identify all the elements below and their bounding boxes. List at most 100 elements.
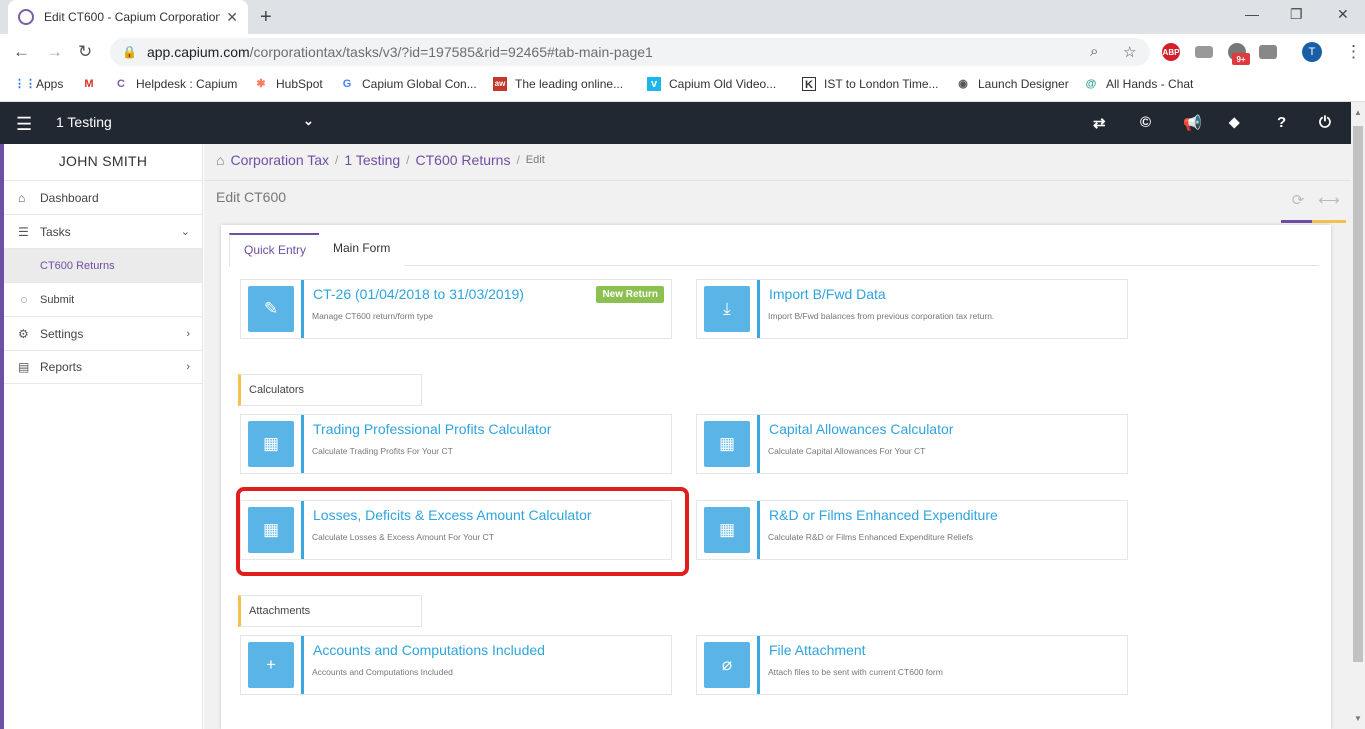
edit-icon: ✎ bbox=[248, 286, 294, 332]
address-bar[interactable]: 🔒 app.capium.com/corporationtax/tasks/v3… bbox=[110, 38, 1150, 66]
bookmark-gmail[interactable]: M bbox=[82, 77, 104, 91]
card-subtitle: Accounts and Computations Included bbox=[312, 667, 453, 677]
app-topbar: ☰ 1 Testing ⌄ ⇄ © 📢 ⬥ ? ⏻ bbox=[0, 102, 1351, 144]
download-icon: ⤓ bbox=[704, 286, 750, 332]
bookmark-ist-london[interactable]: K IST to London Time... bbox=[802, 77, 939, 91]
tab-quick-entry[interactable]: Quick Entry bbox=[229, 233, 322, 267]
card-file-attachment[interactable]: ⌀ File Attachment Attach files to be sen… bbox=[696, 635, 1128, 695]
card-ct26-return[interactable]: ✎ CT-26 (01/04/2018 to 31/03/2019) Manag… bbox=[240, 279, 672, 339]
bookmark-apps[interactable]: ⋮⋮ Apps bbox=[14, 77, 63, 91]
sidebar-item-settings[interactable]: ⚙ Settings › bbox=[4, 316, 202, 350]
power-icon[interactable]: ⏻ bbox=[1319, 114, 1331, 131]
tag-icon[interactable]: ⬥ bbox=[1229, 114, 1240, 131]
bookmarks-bar: ⋮⋮ Apps M C Helpdesk : Capium ✱ HubSpot G Ca… bbox=[0, 70, 1365, 102]
capium-logo-icon[interactable]: © bbox=[1140, 114, 1151, 131]
bullet-icon bbox=[21, 296, 27, 303]
site-icon: aw bbox=[493, 77, 507, 91]
bookmark-star-icon[interactable]: ☆ bbox=[1123, 43, 1136, 61]
bookmark-helpdesk[interactable]: C Helpdesk : Capium bbox=[114, 77, 237, 91]
calculator-icon: ▦ bbox=[704, 421, 750, 467]
scrollbar-thumb[interactable] bbox=[1353, 126, 1363, 662]
sidebar-item-ct600-returns[interactable]: CT600 Returns bbox=[4, 248, 202, 282]
globe-icon: ◉ bbox=[958, 78, 968, 90]
scroll-down-icon[interactable]: ▼ bbox=[1354, 714, 1362, 723]
gear-icon: ⚙ bbox=[18, 326, 29, 341]
sidebar-item-tasks[interactable]: ☰ Tasks ⌄ bbox=[4, 214, 202, 248]
close-tab-icon[interactable]: ✕ bbox=[226, 9, 238, 26]
card-subtitle: Calculate Trading Profits For Your CT bbox=[312, 446, 453, 456]
chevron-right-icon: › bbox=[186, 327, 190, 340]
expand-icon[interactable]: ⟷ bbox=[1312, 191, 1346, 223]
breadcrumb-ct600-returns[interactable]: CT600 Returns bbox=[416, 152, 511, 168]
restore-icon[interactable]: ❐ bbox=[1290, 6, 1303, 23]
card-rnd-films[interactable]: ▦ R&D or Films Enhanced Expenditure Calc… bbox=[696, 500, 1128, 560]
cast-icon[interactable] bbox=[1195, 46, 1213, 58]
bookmark-old-video[interactable]: v Capium Old Video... bbox=[647, 77, 776, 91]
card-title: File Attachment bbox=[769, 642, 866, 658]
sidebar-item-reports[interactable]: ▤ Reports › bbox=[4, 350, 202, 384]
refresh-icon[interactable]: ⟳ bbox=[1281, 191, 1315, 223]
switch-icon[interactable]: ⇄ bbox=[1093, 114, 1106, 132]
reload-icon[interactable]: ↻ bbox=[78, 42, 92, 62]
url-path: /corporationtax/tasks/v3/?id=197585&rid=… bbox=[249, 44, 653, 60]
camera-icon[interactable] bbox=[1259, 45, 1277, 59]
sidebar-user-name: JOHN SMITH bbox=[58, 153, 148, 169]
capium-icon: C bbox=[117, 78, 125, 90]
card-subtitle: Attach files to be sent with current CT6… bbox=[768, 667, 943, 677]
bookmark-hubspot[interactable]: ✱ HubSpot bbox=[254, 77, 322, 91]
breadcrumb-client[interactable]: 1 Testing bbox=[344, 152, 400, 168]
zoom-icon[interactable]: ⌕ bbox=[1090, 43, 1098, 60]
browser-menu-icon[interactable]: ⋮ bbox=[1345, 42, 1362, 62]
card-accounts-computations[interactable]: + Accounts and Computations Included Acc… bbox=[240, 635, 672, 695]
card-title: CT-26 (01/04/2018 to 31/03/2019) bbox=[313, 286, 524, 302]
card-subtitle: Calculate Capital Allowances For Your CT bbox=[768, 446, 926, 456]
breadcrumb-separator: / bbox=[516, 153, 520, 167]
home-icon: ⌂ bbox=[18, 190, 26, 205]
help-icon[interactable]: ? bbox=[1277, 114, 1286, 131]
client-selector[interactable]: 1 Testing bbox=[56, 114, 112, 130]
chevron-down-icon[interactable]: ⌄ bbox=[303, 113, 314, 129]
megaphone-icon[interactable]: 📢 bbox=[1183, 114, 1202, 132]
sidebar-item-dashboard[interactable]: ⌂ Dashboard bbox=[4, 180, 202, 214]
browser-tab[interactable]: Edit CT600 - Capium Corporation ✕ bbox=[8, 0, 248, 34]
gmail-icon: M bbox=[84, 78, 94, 90]
card-subtitle: Import B/Fwd balances from previous corp… bbox=[768, 311, 995, 321]
breadcrumb: ⌂ Corporation Tax / 1 Testing / CT600 Re… bbox=[216, 152, 545, 168]
bookmark-launch-designer[interactable]: ◉ Launch Designer bbox=[956, 77, 1069, 91]
calculator-icon: ▦ bbox=[704, 507, 750, 553]
highlight-annotation bbox=[236, 487, 689, 576]
bookmark-all-hands[interactable]: @ All Hands - Chat bbox=[1084, 77, 1194, 91]
profile-avatar[interactable]: T bbox=[1302, 42, 1322, 62]
apps-grid-icon: ⋮⋮ bbox=[14, 78, 36, 90]
minimize-icon[interactable]: — bbox=[1245, 6, 1259, 22]
bookmark-leading-online[interactable]: aw The leading online... bbox=[493, 77, 623, 91]
chevron-down-icon: ⌄ bbox=[180, 226, 190, 238]
section-attachments: Attachments bbox=[238, 595, 422, 627]
back-icon[interactable]: ← bbox=[13, 42, 30, 62]
page-scrollbar[interactable]: ▲ ▼ bbox=[1351, 102, 1365, 729]
paperclip-icon: ⌀ bbox=[704, 642, 750, 688]
tab-main-form[interactable]: Main Form bbox=[319, 233, 405, 267]
card-trading-profits[interactable]: ▦ Trading Professional Profits Calculato… bbox=[240, 414, 672, 474]
close-window-icon[interactable]: ✕ bbox=[1337, 6, 1349, 23]
bookmark-capium-global[interactable]: G Capium Global Con... bbox=[340, 77, 477, 91]
breadcrumb-corporation-tax[interactable]: Corporation Tax bbox=[230, 152, 329, 168]
forward-icon[interactable]: → bbox=[46, 42, 63, 62]
clock-icon: K bbox=[802, 77, 816, 91]
scroll-up-icon[interactable]: ▲ bbox=[1354, 108, 1362, 117]
sidebar-item-submit[interactable]: Submit bbox=[4, 282, 202, 316]
card-title: Capital Allowances Calculator bbox=[769, 421, 954, 437]
sidebar: JOHN SMITH ⌂ Dashboard ☰ Tasks ⌄ CT600 Retu… bbox=[0, 144, 203, 729]
hubspot-icon: ✱ bbox=[256, 78, 266, 90]
main-content: ⌂ Corporation Tax / 1 Testing / CT600 Re… bbox=[204, 144, 1351, 729]
home-icon[interactable]: ⌂ bbox=[216, 152, 224, 168]
adblock-icon[interactable]: ABP bbox=[1162, 43, 1180, 61]
card-capital-allowances[interactable]: ▦ Capital Allowances Calculator Calculat… bbox=[696, 414, 1128, 474]
page-header: Edit CT600 ⟳ ⟷ bbox=[204, 180, 1351, 223]
card-title: Accounts and Computations Included bbox=[313, 642, 545, 658]
page-title: Edit CT600 bbox=[216, 189, 287, 205]
hamburger-menu-icon[interactable]: ☰ bbox=[16, 114, 32, 135]
calculator-icon: ▦ bbox=[248, 421, 294, 467]
new-tab-icon[interactable]: + bbox=[260, 6, 272, 29]
card-import-bfwd[interactable]: ⤓ Import B/Fwd Data Import B/Fwd balance… bbox=[696, 279, 1128, 339]
